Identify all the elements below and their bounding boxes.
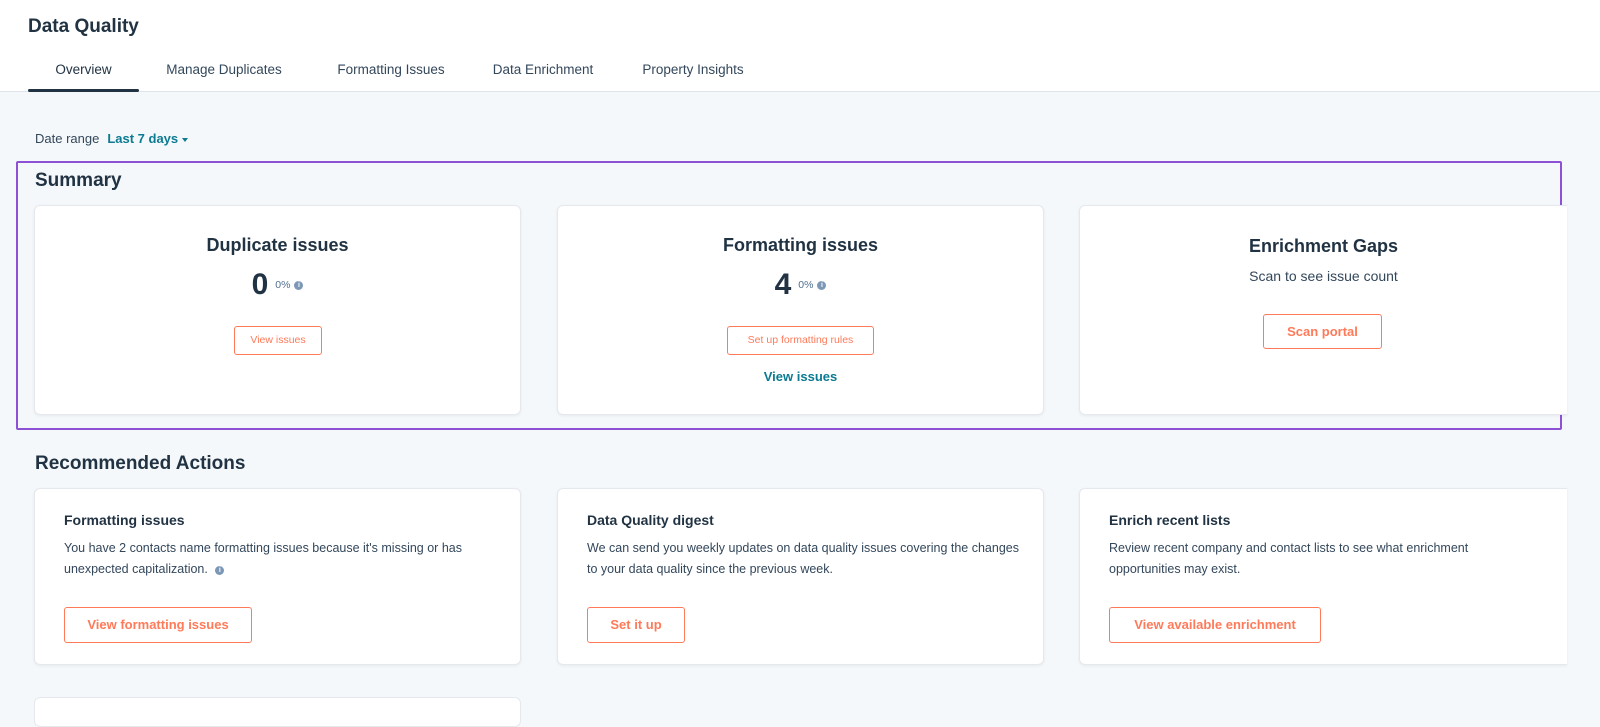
next-section-card — [34, 697, 521, 727]
info-icon[interactable]: i — [817, 280, 827, 290]
tab-property-insights[interactable]: Property Insights — [628, 56, 758, 92]
issue-count-row: 4 0% i — [558, 268, 1043, 302]
date-range-filter: Date range Last 7 days — [35, 131, 189, 146]
card-body-text: You have 2 contacts name formatting issu… — [64, 541, 462, 576]
formatting-issues-card: Formatting issues 4 0% i Set up formatti… — [557, 205, 1044, 415]
card-subtext: Scan to see issue count — [1249, 268, 1398, 284]
info-icon[interactable]: i — [215, 566, 225, 575]
card-heading: Formatting issues — [722, 235, 879, 255]
tab-manage-duplicates[interactable]: Manage Duplicates — [139, 56, 309, 92]
recommended-card-formatting: Formatting issues You have 2 contacts na… — [34, 488, 521, 665]
set-it-up-button[interactable]: Set it up — [587, 607, 685, 643]
setup-formatting-rules-button[interactable]: Set up formatting rules — [727, 326, 874, 355]
card-body-text: Review recent company and contact lists … — [1109, 541, 1469, 576]
card-body-text: We can send you weekly updates on data q… — [587, 541, 1019, 576]
tab-bar: Overview Manage Duplicates Formatting Is… — [28, 56, 758, 92]
caret-down-icon — [182, 137, 189, 142]
card-heading: Enrichment Gaps — [1248, 236, 1399, 256]
recommended-actions-heading: Recommended Actions — [35, 453, 246, 474]
page-header: Data Quality Overview Manage Duplicates … — [0, 0, 1600, 92]
issue-percent: 0% — [798, 279, 814, 291]
view-issues-link[interactable]: View issues — [558, 369, 1043, 384]
enrichment-gaps-card: Enrichment Gaps Scan to see issue count … — [1079, 205, 1567, 415]
card-heading: Formatting issues — [64, 512, 185, 528]
info-icon[interactable]: i — [294, 280, 304, 290]
date-range-label: Date range — [35, 131, 100, 146]
date-range-dropdown[interactable]: Last 7 days — [107, 131, 189, 146]
card-heading: Duplicate issues — [206, 235, 349, 255]
tab-data-enrichment[interactable]: Data Enrichment — [473, 56, 613, 92]
summary-heading: Summary — [35, 170, 122, 191]
scan-portal-button[interactable]: Scan portal — [1263, 314, 1382, 349]
recommended-card-enrich: Enrich recent lists Review recent compan… — [1079, 488, 1567, 665]
view-available-enrichment-button[interactable]: View available enrichment — [1109, 607, 1321, 643]
issue-count: 4 — [774, 268, 792, 301]
tab-formatting-issues[interactable]: Formatting Issues — [316, 56, 466, 92]
date-range-value: Last 7 days — [107, 131, 179, 146]
duplicate-issues-card: Duplicate issues 0 0% i View issues — [34, 205, 521, 415]
issue-count-row: 0 0% i — [35, 268, 520, 302]
card-body: You have 2 contacts name formatting issu… — [64, 538, 504, 580]
card-heading: Data Quality digest — [587, 512, 714, 528]
issue-count: 0 — [251, 268, 269, 301]
recommended-card-digest: Data Quality digest We can send you week… — [557, 488, 1044, 665]
issue-percent: 0% — [275, 279, 291, 291]
tab-overview[interactable]: Overview — [28, 56, 139, 92]
view-issues-button[interactable]: View issues — [234, 326, 322, 355]
card-heading: Enrich recent lists — [1109, 512, 1231, 528]
page-title: Data Quality — [28, 16, 139, 37]
view-formatting-issues-button[interactable]: View formatting issues — [64, 607, 252, 643]
